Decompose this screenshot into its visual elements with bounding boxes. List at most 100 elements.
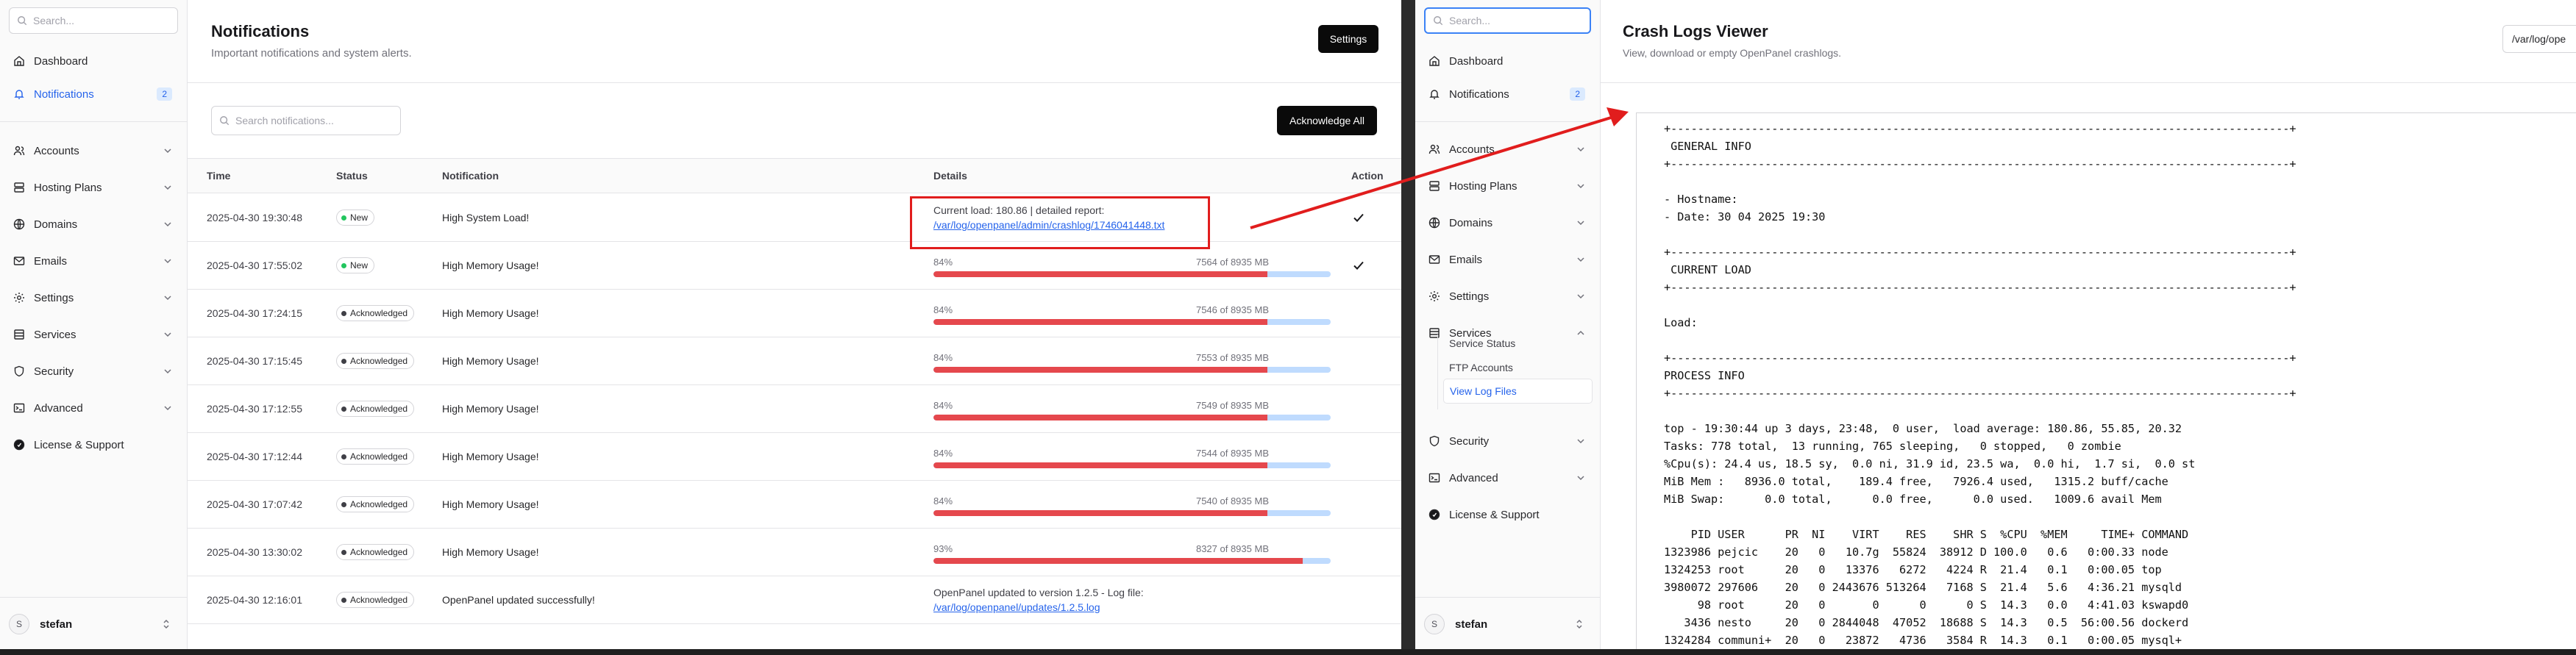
search-icon: [18, 16, 27, 26]
sidebar-subitem-service-status[interactable]: Service Status: [1443, 331, 1593, 356]
sidebar-item-advanced[interactable]: Advanced: [7, 393, 179, 423]
sidebar-item-settings[interactable]: Settings: [7, 283, 179, 312]
sidebar-item-dashboard[interactable]: Dashboard: [7, 46, 179, 76]
memory-usage: 8327 of 8935 MB: [1195, 543, 1269, 554]
sidebar-item-security[interactable]: Security: [1423, 426, 1593, 456]
log-line: Load:: [1664, 316, 1698, 329]
memory-progress-bar: [933, 319, 1331, 325]
chevron-down-icon: [1577, 476, 1584, 481]
sidebar-item-label: Advanced: [1449, 471, 1498, 484]
status-badge: Acknowledged: [336, 544, 415, 560]
sidebar-item-emails[interactable]: Emails: [7, 246, 179, 276]
sidebar-item-label: Domains: [34, 218, 78, 231]
sidebar-item-settings[interactable]: Settings: [1423, 282, 1593, 311]
globe-icon: [1428, 217, 1440, 229]
sidebar-item-services[interactable]: Services: [7, 320, 179, 349]
acknowledge-check-icon[interactable]: [1351, 258, 1366, 273]
memory-percent: 84%: [933, 448, 953, 459]
row-details-link[interactable]: /var/log/openpanel/updates/1.2.5.log: [933, 601, 1100, 613]
sidebar-item-label: Settings: [1449, 290, 1490, 303]
stack-icon: [1428, 327, 1440, 339]
chevron-down-icon: [164, 332, 171, 337]
search-icon: [1434, 16, 1443, 26]
table-row: 2025-04-30 12:16:01 Acknowledged OpenPanel…: [188, 576, 1401, 624]
status-label: Acknowledged: [350, 308, 408, 318]
status-badge: Acknowledged: [336, 353, 415, 369]
terminal-icon: [1428, 472, 1440, 484]
sidebar-item-license-support[interactable]: License & Support: [7, 430, 179, 459]
gear-icon: [13, 292, 25, 304]
log-line: PROCESS INFO: [1664, 369, 1745, 382]
status-badge: Acknowledged: [336, 448, 415, 465]
sidebar-item-accounts[interactable]: Accounts: [7, 136, 179, 165]
notifications-search-placeholder: Search notifications...: [235, 115, 334, 126]
column-status: Status: [336, 170, 368, 182]
sidebar-item-emails[interactable]: Emails: [1423, 245, 1593, 274]
row-time: 2025-04-30 19:30:48: [207, 212, 302, 223]
log-line: +---------------------------------------…: [1664, 157, 2296, 171]
column-time: Time: [207, 170, 231, 182]
memory-progress-fill: [933, 558, 1303, 564]
header-divider: [188, 82, 1401, 83]
sidebar-subitem-ftp-accounts[interactable]: FTP Accounts: [1443, 355, 1593, 380]
user-menu[interactable]: S stefan: [1424, 609, 1591, 639]
row-time: 2025-04-30 17:55:02: [207, 260, 302, 271]
page-title: Crash Logs Viewer: [1623, 22, 1768, 40]
sidebar-item-label: Security: [34, 365, 74, 378]
sidebar-item-dashboard[interactable]: Dashboard: [1423, 46, 1593, 76]
sidebar-item-license-support[interactable]: License & Support: [1423, 500, 1593, 529]
memory-progress-fill: [933, 462, 1267, 468]
page-subtitle: Important notifications and system alert…: [211, 47, 412, 60]
status-dot: [341, 454, 346, 459]
row-notification: OpenPanel updated successfully!: [442, 594, 595, 606]
memory-percent: 84%: [933, 400, 953, 411]
sidebar-item-domains[interactable]: Domains: [1423, 208, 1593, 237]
sidebar-search-input[interactable]: Search...: [1424, 7, 1591, 34]
sidebar-subitem-view-log-files[interactable]: View Log Files: [1443, 379, 1593, 404]
log-line: 1324253 root 20 0 13376 6272 4224 R 21.4…: [1664, 563, 2162, 576]
sidebar-item-notifications[interactable]: Notifications 2: [7, 79, 179, 109]
sidebar-item-notifications[interactable]: Notifications 2: [1423, 79, 1593, 109]
sidebar-item-accounts[interactable]: Accounts: [1423, 135, 1593, 164]
log-line: 3436 nesto 20 0 2844048 47052 18688 S 14…: [1664, 616, 2189, 629]
taskbar: [0, 649, 2576, 655]
log-path-select[interactable]: /var/log/ope: [2502, 25, 2576, 53]
memory-percent: 84%: [933, 257, 953, 268]
memory-usage: 7540 of 8935 MB: [1195, 495, 1269, 507]
gear-icon: [1428, 290, 1440, 302]
sidebar-item-advanced[interactable]: Advanced: [1423, 463, 1593, 493]
log-viewer[interactable]: +---------------------------------------…: [1636, 112, 2576, 649]
log-line: top - 19:30:44 up 3 days, 23:48, 0 user,…: [1664, 422, 2182, 435]
sidebar: Search... Dashboard Notifications 2 Account…: [0, 0, 188, 649]
sidebar-divider: [0, 121, 187, 122]
status-badge: Acknowledged: [336, 496, 415, 512]
license-icon: [1428, 509, 1440, 520]
header-divider: [1601, 82, 2576, 83]
status-dot: [341, 262, 346, 268]
sidebar-item-hosting-plans[interactable]: Hosting Plans: [7, 173, 179, 202]
notifications-search-input[interactable]: Search notifications...: [211, 106, 401, 135]
home-icon: [1428, 55, 1440, 67]
log-line: 1324284 communi+ 20 0 23872 4736 3584 R …: [1664, 634, 2182, 647]
status-badge: Acknowledged: [336, 305, 415, 321]
sidebar-search-input[interactable]: Search...: [9, 7, 178, 34]
user-menu[interactable]: S stefan: [9, 609, 178, 639]
sidebar-item-domains[interactable]: Domains: [7, 210, 179, 239]
sidebar-item-label: Dashboard: [1449, 54, 1504, 68]
acknowledge-check-icon[interactable]: [1351, 210, 1366, 225]
chevron-down-icon: [164, 406, 171, 411]
row-time: 2025-04-30 13:30:02: [207, 546, 302, 558]
sidebar-item-label: Notifications: [1449, 87, 1509, 101]
row-notification: High System Load!: [442, 212, 530, 223]
sidebar-subitem-label: View Log Files: [1450, 385, 1517, 397]
sidebar-item-label: Hosting Plans: [34, 181, 102, 194]
settings-button[interactable]: Settings: [1318, 25, 1378, 53]
status-badge: Acknowledged: [336, 401, 415, 417]
sidebar-item-hosting-plans[interactable]: Hosting Plans: [1423, 171, 1593, 201]
sidebar-item-security[interactable]: Security: [7, 357, 179, 386]
log-line: +---------------------------------------…: [1664, 351, 2296, 365]
chevron-down-icon: [1577, 294, 1584, 299]
acknowledge-all-button[interactable]: Acknowledge All: [1277, 106, 1377, 135]
table-row: 2025-04-30 17:12:44 Acknowledged High Memo…: [188, 433, 1401, 481]
table-row: 2025-04-30 17:24:15 Acknowledged High Memo…: [188, 290, 1401, 337]
